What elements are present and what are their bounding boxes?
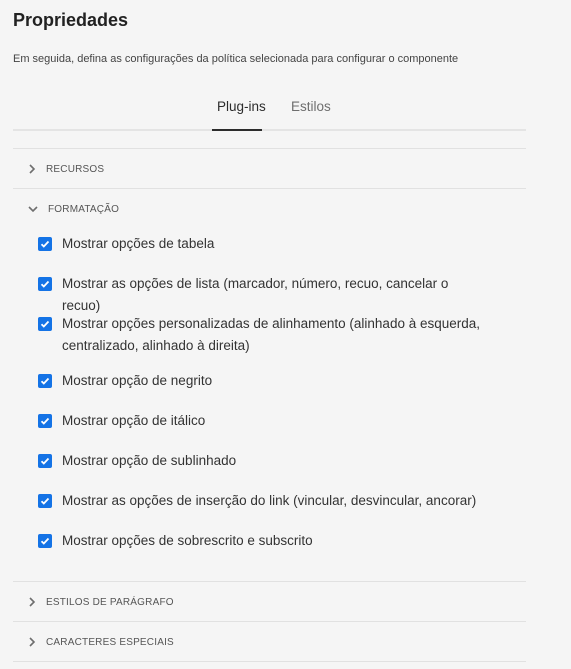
checkbox-label: Mostrar as opções de inserção do link (v… bbox=[62, 493, 477, 508]
checkbox-option[interactable]: Mostrar opções de sobrescrito e subscrit… bbox=[38, 530, 482, 552]
checkmark-icon bbox=[40, 377, 50, 385]
section-recursos[interactable]: RECURSOS bbox=[28, 161, 104, 177]
checkbox[interactable] bbox=[38, 237, 52, 251]
chevron-right-icon bbox=[29, 637, 36, 647]
checkbox-option[interactable]: Mostrar opção de negrito bbox=[38, 370, 482, 392]
checkbox[interactable] bbox=[38, 534, 52, 548]
checkmark-icon bbox=[40, 537, 50, 545]
checkbox-label: Mostrar opções de sobrescrito e subscrit… bbox=[62, 533, 313, 548]
checkbox-label: Mostrar as opções de lista (marcador, nú… bbox=[62, 276, 449, 313]
checkbox-label: Mostrar opção de itálico bbox=[62, 413, 206, 428]
checkbox[interactable] bbox=[38, 414, 52, 428]
checkbox[interactable] bbox=[38, 494, 52, 508]
checkmark-icon bbox=[40, 457, 50, 465]
checkmark-icon bbox=[40, 280, 50, 288]
divider bbox=[13, 621, 526, 622]
tab-bar-divider bbox=[13, 129, 526, 131]
chevron-down-icon bbox=[28, 206, 38, 213]
divider bbox=[13, 581, 526, 582]
checkbox[interactable] bbox=[38, 374, 52, 388]
checkbox-option[interactable]: Mostrar as opções de inserção do link (v… bbox=[38, 490, 482, 512]
checkmark-icon bbox=[40, 417, 50, 425]
checkbox-option[interactable]: Mostrar opções de tabela bbox=[38, 233, 482, 255]
checkbox-option[interactable]: Mostrar opções personalizadas de alinham… bbox=[38, 313, 482, 357]
checkbox[interactable] bbox=[38, 277, 52, 291]
divider bbox=[13, 661, 526, 662]
checkbox-option[interactable]: Mostrar opção de sublinhado bbox=[38, 450, 482, 472]
section-formatacao[interactable]: FORMATAÇÃO bbox=[28, 201, 119, 217]
page-subtitle: Em seguida, defina as configurações da p… bbox=[13, 53, 459, 65]
tab-selected-indicator bbox=[212, 129, 262, 131]
section-label: ESTILOS DE PARÁGRAFO bbox=[46, 596, 174, 608]
checkbox[interactable] bbox=[38, 317, 52, 331]
page-title: Propriedades bbox=[13, 10, 129, 30]
section-label: FORMATAÇÃO bbox=[48, 203, 120, 215]
chevron-right-icon bbox=[29, 164, 36, 174]
chevron-right-icon bbox=[29, 597, 36, 607]
checkbox-option[interactable]: Mostrar as opções de lista (marcador, nú… bbox=[38, 273, 482, 317]
tab-estilos[interactable]: Estilos bbox=[291, 99, 331, 114]
checkbox-label: Mostrar opção de negrito bbox=[62, 373, 213, 388]
checkbox-option[interactable]: Mostrar opção de itálico bbox=[38, 410, 482, 432]
section-label: CARACTERES ESPECIAIS bbox=[46, 636, 174, 648]
checkbox[interactable] bbox=[38, 454, 52, 468]
divider bbox=[13, 148, 526, 149]
section-label: RECURSOS bbox=[46, 163, 105, 175]
divider bbox=[13, 188, 526, 189]
section-estilos-de-paragrafo[interactable]: ESTILOS DE PARÁGRAFO bbox=[28, 594, 174, 610]
checkmark-icon bbox=[40, 240, 50, 248]
checkmark-icon bbox=[40, 320, 50, 328]
tab-plugins[interactable]: Plug-ins bbox=[217, 99, 266, 114]
checkbox-label: Mostrar opções personalizadas de alinham… bbox=[62, 316, 481, 353]
section-caracteres-especiais[interactable]: CARACTERES ESPECIAIS bbox=[28, 634, 174, 650]
checkmark-icon bbox=[40, 497, 50, 505]
checkbox-label: Mostrar opção de sublinhado bbox=[62, 453, 237, 468]
checkbox-label: Mostrar opções de tabela bbox=[62, 236, 215, 251]
